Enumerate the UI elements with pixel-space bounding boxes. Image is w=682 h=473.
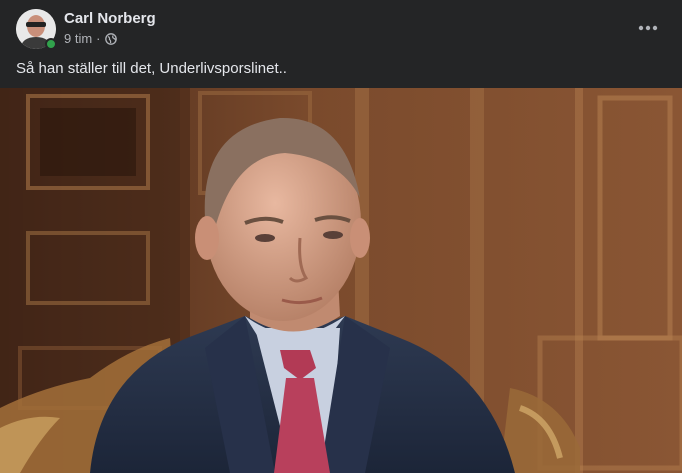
feed-post: Carl Norberg 9 tim · Så han ställer till…: [0, 0, 682, 473]
more-options-icon: [638, 25, 658, 31]
author-name[interactable]: Carl Norberg: [64, 10, 156, 27]
photo-image: [0, 88, 682, 473]
globe-icon[interactable]: [104, 32, 117, 45]
author-avatar[interactable]: [16, 9, 57, 50]
post-text: Så han ställer till det, Underlivsporsli…: [16, 60, 287, 77]
more-options-button[interactable]: [630, 10, 666, 46]
post-photo[interactable]: [0, 88, 682, 473]
meta-separator: ·: [96, 31, 101, 46]
online-status-indicator: [45, 38, 57, 50]
post-header: Carl Norberg 9 tim ·: [0, 0, 682, 56]
post-timestamp[interactable]: 9 tim: [64, 31, 92, 46]
post-meta: 9 tim ·: [64, 31, 117, 46]
